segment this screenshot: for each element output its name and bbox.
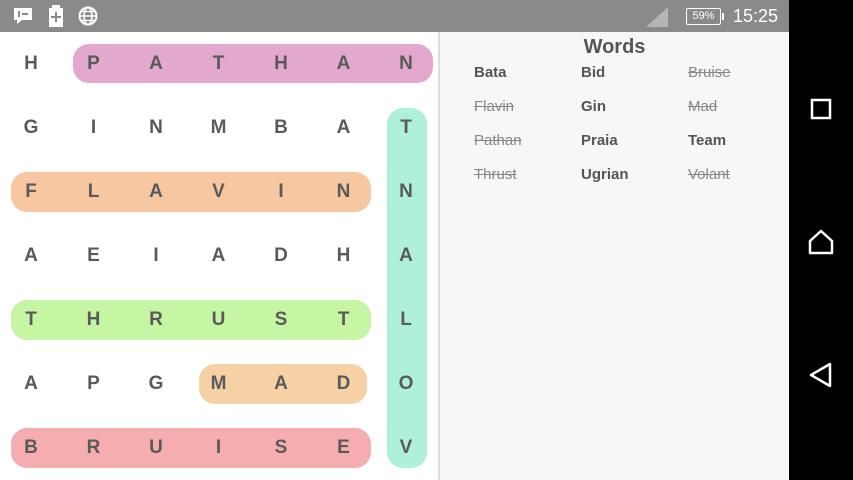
word-item: Bid: [581, 64, 606, 81]
grid-cell[interactable]: M: [188, 96, 250, 160]
battery-saver-icon: [49, 5, 63, 27]
back-button[interactable]: [807, 361, 835, 389]
word-item: Praia: [581, 132, 618, 149]
word-list-panel: Words Bata Bid Bruise Flavin Gin Mad Pathan Pra…: [440, 32, 789, 480]
grid-cell[interactable]: F: [0, 160, 62, 224]
grid-cell[interactable]: H: [250, 32, 312, 96]
grid-cell[interactable]: B: [250, 96, 312, 160]
navigation-bar: [789, 0, 853, 480]
grid-cell[interactable]: H: [63, 288, 125, 352]
letter-grid[interactable]: HPATHANGINMBATFLAVINNAEIADHATHRUSTLAPGMA…: [0, 32, 438, 480]
home-button[interactable]: [807, 228, 835, 256]
signal-icon: [646, 7, 668, 27]
word-item: Pathan: [474, 132, 522, 149]
grid-cell[interactable]: R: [63, 416, 125, 480]
grid-cell[interactable]: A: [375, 224, 437, 288]
grid-cell[interactable]: L: [375, 288, 437, 352]
grid-cell[interactable]: A: [0, 224, 62, 288]
grid-cell[interactable]: I: [125, 224, 187, 288]
grid-cell[interactable]: T: [188, 32, 250, 96]
grid-cell[interactable]: H: [313, 224, 375, 288]
grid-cell[interactable]: S: [250, 288, 312, 352]
grid-cell[interactable]: I: [250, 160, 312, 224]
grid-cell[interactable]: R: [125, 288, 187, 352]
recents-button[interactable]: [807, 95, 835, 123]
grid-cell[interactable]: P: [63, 32, 125, 96]
grid-cell[interactable]: T: [375, 96, 437, 160]
grid-cell[interactable]: U: [188, 288, 250, 352]
grid-cell[interactable]: T: [0, 288, 62, 352]
grid-cell[interactable]: D: [250, 224, 312, 288]
grid-cell[interactable]: E: [313, 416, 375, 480]
grid-cell[interactable]: E: [63, 224, 125, 288]
word-item: Team: [688, 132, 727, 149]
grid-cell[interactable]: H: [0, 32, 62, 96]
grid-cell[interactable]: U: [125, 416, 187, 480]
grid-cell[interactable]: N: [375, 32, 437, 96]
grid-cell[interactable]: G: [125, 352, 187, 416]
grid-cell[interactable]: V: [188, 160, 250, 224]
grid-cell[interactable]: I: [188, 416, 250, 480]
word-item: Thrust: [474, 166, 517, 183]
word-item: Ugrian: [581, 166, 629, 183]
grid-cell[interactable]: A: [125, 32, 187, 96]
grid-cell[interactable]: A: [250, 352, 312, 416]
grid-cell[interactable]: M: [188, 352, 250, 416]
word-item: Flavin: [474, 98, 515, 115]
grid-cell[interactable]: A: [313, 32, 375, 96]
status-bar: 59% 15:25: [0, 0, 789, 32]
grid-cell[interactable]: O: [375, 352, 437, 416]
battery-indicator: 59%: [686, 8, 724, 25]
grid-cell[interactable]: I: [63, 96, 125, 160]
message-icon: [14, 8, 32, 24]
word-item: Mad: [688, 98, 718, 115]
grid-cell[interactable]: V: [375, 416, 437, 480]
grid-cell[interactable]: B: [0, 416, 62, 480]
word-item: Bata: [474, 64, 507, 81]
word-item: Gin: [581, 98, 606, 115]
grid-cell[interactable]: N: [313, 160, 375, 224]
grid-cell[interactable]: T: [313, 288, 375, 352]
grid-cell[interactable]: A: [125, 160, 187, 224]
grid-cell[interactable]: P: [63, 352, 125, 416]
words-title: Words: [583, 36, 646, 58]
grid-cell[interactable]: N: [125, 96, 187, 160]
grid-cell[interactable]: S: [250, 416, 312, 480]
grid-cell[interactable]: D: [313, 352, 375, 416]
grid-cell[interactable]: A: [313, 96, 375, 160]
grid-cell[interactable]: A: [0, 352, 62, 416]
word-item: Bruise: [688, 64, 731, 81]
grid-cell[interactable]: L: [63, 160, 125, 224]
globe-icon: [78, 6, 98, 26]
word-item: Volant: [688, 166, 730, 183]
grid-cell[interactable]: G: [0, 96, 62, 160]
grid-cell[interactable]: N: [375, 160, 437, 224]
grid-cell[interactable]: A: [188, 224, 250, 288]
clock: 15:25: [732, 6, 778, 26]
